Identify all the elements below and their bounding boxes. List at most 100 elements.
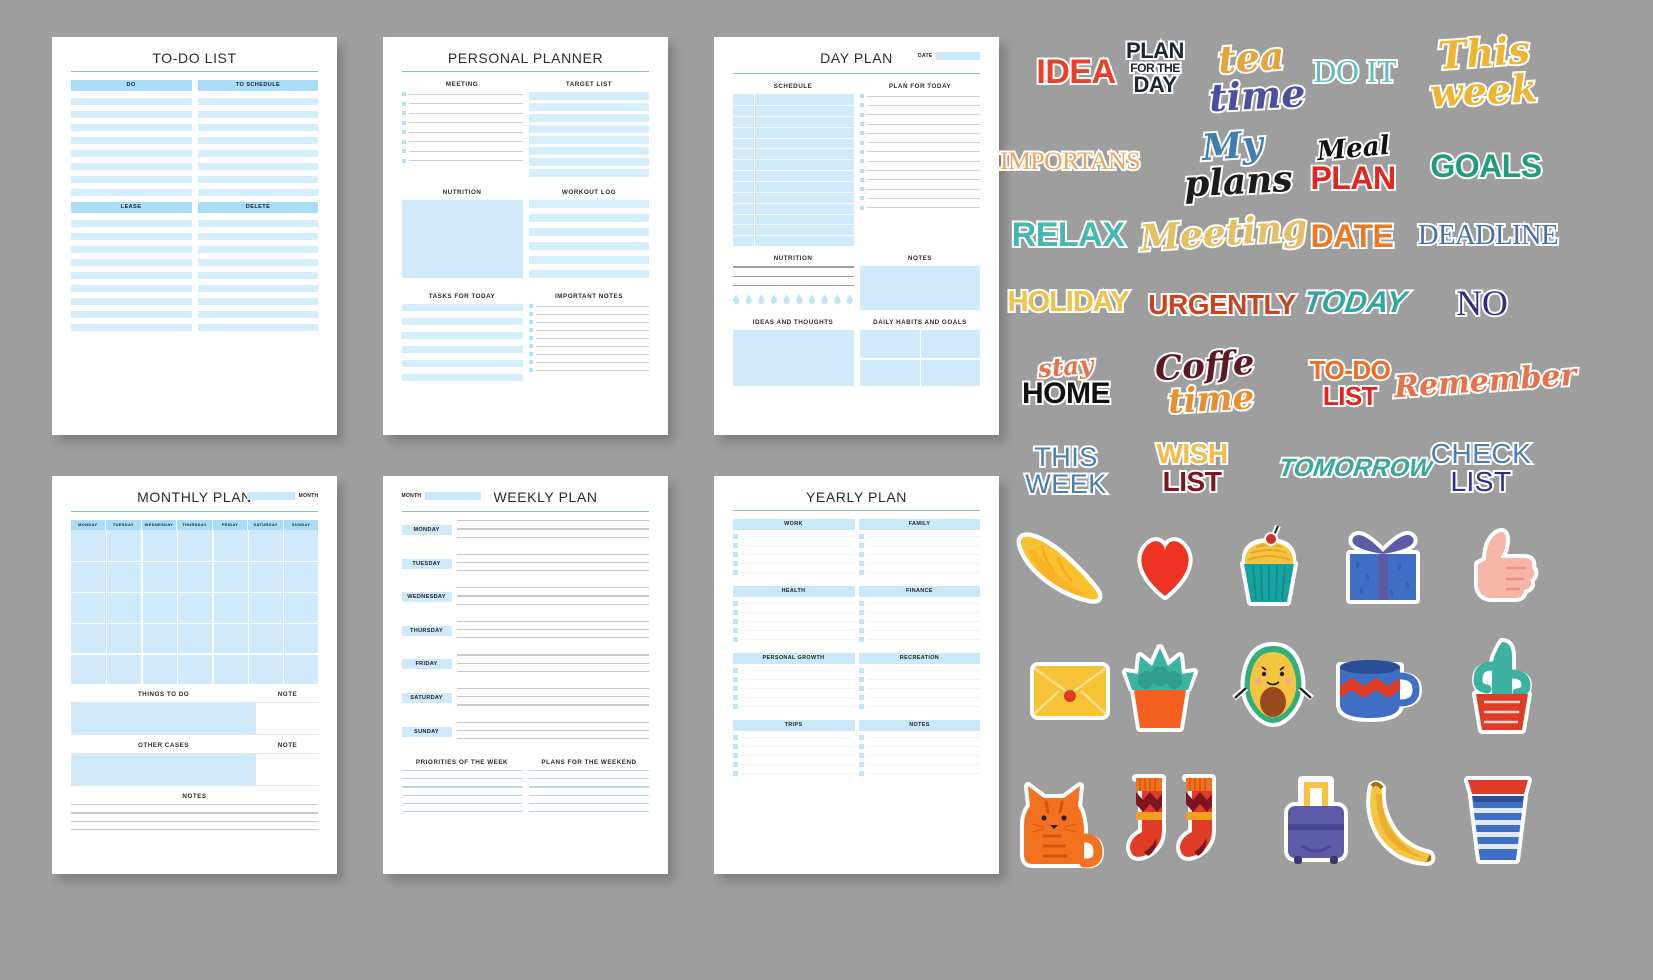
- checkbox-icon[interactable]: [859, 196, 864, 201]
- write-in-bar[interactable]: [528, 169, 650, 178]
- word-sticker-meal-plan[interactable]: Meal PLAN: [1300, 128, 1406, 196]
- checkbox-icon[interactable]: [401, 130, 406, 135]
- write-in-bar[interactable]: [197, 150, 319, 158]
- write-in-bar[interactable]: [197, 220, 319, 228]
- write-in-line[interactable]: [456, 528, 650, 530]
- write-in-line[interactable]: [866, 746, 981, 748]
- write-in-line[interactable]: [740, 536, 855, 538]
- write-in-line[interactable]: [408, 122, 523, 124]
- write-in-line[interactable]: [456, 637, 650, 639]
- checkbox-line[interactable]: [859, 149, 981, 154]
- write-in-bar[interactable]: [70, 98, 192, 106]
- write-in-bar[interactable]: [528, 158, 650, 167]
- checkbox-line[interactable]: [528, 352, 650, 357]
- checkbox-line[interactable]: [732, 561, 855, 567]
- checkbox-line[interactable]: [858, 762, 981, 768]
- write-in-line[interactable]: [740, 764, 855, 766]
- water-drop-icon[interactable]: [783, 294, 791, 305]
- write-in-line[interactable]: [535, 353, 650, 355]
- write-in-bar[interactable]: [528, 125, 650, 134]
- checkbox-icon[interactable]: [859, 94, 864, 99]
- write-in-line[interactable]: [456, 536, 650, 538]
- water-drop-icon[interactable]: [833, 294, 841, 305]
- write-in-line[interactable]: [866, 104, 981, 106]
- checkbox-icon[interactable]: [859, 149, 864, 154]
- checkbox-line[interactable]: [859, 122, 981, 127]
- write-in-line[interactable]: [866, 554, 981, 556]
- checkbox-icon[interactable]: [732, 735, 738, 741]
- write-in-line[interactable]: [408, 103, 523, 105]
- checkbox-line[interactable]: [858, 704, 981, 710]
- write-in-line[interactable]: [456, 654, 650, 656]
- checkbox-line[interactable]: [858, 628, 981, 634]
- write-in-line[interactable]: [740, 630, 855, 632]
- checkbox-icon[interactable]: [858, 637, 864, 643]
- checkbox-icon[interactable]: [732, 753, 738, 759]
- checkbox-icon[interactable]: [859, 159, 864, 164]
- weekly-day-row-monday[interactable]: MONDAY: [401, 517, 650, 545]
- page-weekly-plan[interactable]: MONTH WEEKLY PLAN MONDAY TUESDAY WEDNESDAY…: [383, 476, 668, 874]
- ideas-box[interactable]: [732, 330, 854, 387]
- write-in-bar[interactable]: [401, 304, 523, 312]
- write-in-line[interactable]: [535, 313, 650, 315]
- checkbox-line[interactable]: [528, 368, 650, 373]
- write-in-line[interactable]: [866, 179, 981, 181]
- write-in-line[interactable]: [732, 284, 854, 287]
- thumbs-up-sticker[interactable]: [1462, 524, 1544, 606]
- write-in-line[interactable]: [528, 794, 650, 796]
- word-sticker-goals[interactable]: GOALS: [1428, 145, 1544, 187]
- write-in-line[interactable]: [535, 361, 650, 363]
- word-sticker-importans[interactable]: IMPORTANS: [998, 142, 1143, 180]
- nutrition-box[interactable]: [401, 200, 523, 279]
- write-in-bar[interactable]: [401, 360, 523, 368]
- write-in-bar[interactable]: [528, 256, 650, 265]
- write-in-line[interactable]: [740, 612, 855, 614]
- word-sticker-my-plans[interactable]: My plans: [1176, 121, 1296, 208]
- water-drop-icon[interactable]: [770, 294, 778, 305]
- write-in-bar[interactable]: [528, 242, 650, 251]
- write-in-line[interactable]: [456, 520, 650, 522]
- checkbox-icon[interactable]: [528, 304, 533, 309]
- checkbox-line[interactable]: [732, 668, 855, 674]
- checkbox-icon[interactable]: [859, 187, 864, 192]
- succulent-plant-sticker[interactable]: [1120, 636, 1200, 736]
- word-sticker-urgently[interactable]: URGENTLY: [1146, 286, 1298, 324]
- write-in-line[interactable]: [535, 329, 650, 331]
- write-in-bar[interactable]: [197, 246, 319, 254]
- checkbox-icon[interactable]: [858, 686, 864, 692]
- write-in-line[interactable]: [866, 132, 981, 134]
- write-in-line[interactable]: [535, 337, 650, 339]
- weekly-day-row-tuesday[interactable]: TUESDAY: [401, 551, 650, 579]
- write-in-line[interactable]: [535, 345, 650, 347]
- write-in-line[interactable]: [408, 93, 523, 95]
- checkbox-line[interactable]: [732, 619, 855, 625]
- banana-sticker[interactable]: [1354, 778, 1440, 870]
- envelope-sticker[interactable]: [1026, 656, 1114, 724]
- socks-sticker[interactable]: [1124, 768, 1234, 876]
- checkbox-line[interactable]: [732, 610, 855, 616]
- write-in-bar[interactable]: [197, 111, 319, 119]
- write-in-line[interactable]: [456, 553, 650, 555]
- month-input[interactable]: [425, 491, 482, 500]
- checkbox-icon[interactable]: [859, 103, 864, 108]
- word-sticker-relax[interactable]: RELAX: [1010, 213, 1127, 257]
- checkbox-line[interactable]: [732, 637, 855, 643]
- write-in-line[interactable]: [535, 305, 650, 307]
- write-in-line[interactable]: [740, 746, 855, 748]
- weekly-day-row-wednesday[interactable]: WEDNESDAY: [401, 584, 650, 612]
- checkbox-line[interactable]: [859, 140, 981, 145]
- checkbox-icon[interactable]: [528, 360, 533, 365]
- checkbox-line[interactable]: [401, 158, 523, 163]
- checkbox-icon[interactable]: [859, 112, 864, 117]
- note-box-1[interactable]: [255, 703, 318, 735]
- checkbox-line[interactable]: [859, 112, 981, 117]
- write-in-line[interactable]: [866, 737, 981, 739]
- checkbox-icon[interactable]: [732, 686, 738, 692]
- checkbox-line[interactable]: [528, 360, 650, 365]
- write-in-line[interactable]: [866, 670, 981, 672]
- write-in-line[interactable]: [408, 150, 523, 152]
- write-in-line[interactable]: [740, 545, 855, 547]
- checkbox-icon[interactable]: [401, 120, 406, 125]
- write-in-line[interactable]: [528, 770, 650, 772]
- weekly-day-row-sunday[interactable]: SUNDAY: [401, 719, 650, 747]
